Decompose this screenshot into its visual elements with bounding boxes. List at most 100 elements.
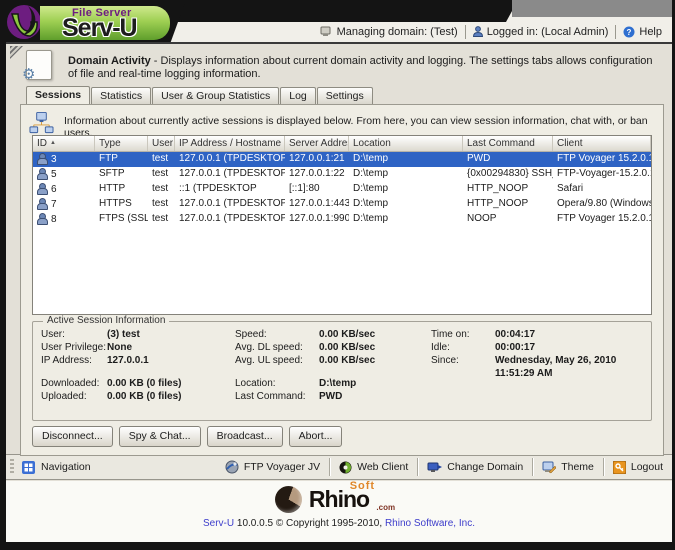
logout-button[interactable]: Logout: [604, 455, 672, 479]
logout-label: Logout: [631, 461, 663, 473]
field-value: [319, 367, 431, 377]
ftp-voyager-jv-button[interactable]: FTP Voyager JV: [216, 455, 329, 479]
fieldset-grid: User:(3) testUser Privilege:NoneIP Addre…: [41, 328, 647, 403]
column-header[interactable]: IP Address / Hostname: [175, 136, 285, 151]
page-title: Domain Activity: [68, 55, 151, 67]
column-header[interactable]: User: [148, 136, 175, 151]
user-icon: [473, 26, 483, 37]
help-icon: ?: [623, 26, 635, 38]
table-cell: FTP-Voyager-15.2.0.11: [553, 167, 651, 182]
field-label: [235, 367, 319, 377]
table-cell: FTP: [95, 152, 148, 167]
table-cell: NOOP: [463, 212, 553, 227]
field-label: User:: [41, 328, 107, 341]
field-label: Avg. UL speed:: [235, 354, 319, 367]
theme-icon: [542, 461, 556, 474]
sessions-table: ID▲TypeUserIP Address / HostnameServer A…: [32, 135, 652, 315]
fieldset-group: Time on:00:04:17Idle:00:00:17Since:Wedne…: [431, 328, 675, 403]
managing-domain-item[interactable]: Managing domain: (Test): [320, 26, 458, 38]
copyright-text: 10.0.0.5 © Copyright 1995-2010,: [234, 518, 385, 529]
change-domain-button[interactable]: Change Domain: [418, 455, 532, 479]
help-item[interactable]: ? Help: [623, 26, 662, 38]
field-value: PWD: [319, 390, 431, 403]
tab-settings[interactable]: Settings: [317, 87, 373, 104]
separator: [615, 25, 616, 39]
session-user-icon: [37, 198, 46, 207]
table-row[interactable]: 6HTTPtest::1 (TPDESKTOP[::1]:80D:\tempHT…: [33, 182, 651, 197]
fieldset-group: User:(3) testUser Privilege:NoneIP Addre…: [41, 328, 235, 403]
field-label: Uploaded:: [41, 390, 107, 403]
table-cell: test: [148, 212, 175, 227]
separator: [465, 25, 466, 39]
action-button-row: Disconnect... Spy & Chat... Broadcast... Ab…: [32, 426, 342, 447]
web-client-icon: [339, 461, 352, 474]
column-header[interactable]: ID▲: [33, 136, 95, 151]
column-header[interactable]: Type: [95, 136, 148, 151]
column-header[interactable]: Last Command: [463, 136, 553, 151]
table-row[interactable]: 8FTPS (SSL)test127.0.0.1 (TPDESKTOP127.0…: [33, 212, 651, 227]
resize-grip-icon[interactable]: [10, 46, 23, 59]
table-cell: FTP Voyager 15.2.0.11: [553, 212, 651, 227]
logged-in-item[interactable]: Logged in: (Local Admin): [473, 26, 609, 38]
field-value: 0.00 KB (0 files): [107, 377, 235, 390]
field-value: (3) test: [107, 328, 235, 341]
active-sessions-icon: [29, 111, 54, 135]
tab-strip: SessionsStatisticsUser & Group Statistic…: [6, 86, 672, 104]
page-header: ⚙ Domain Activity - Displays information…: [6, 44, 672, 86]
banner: Managing domain: (Test) Logged in: (Loca…: [6, 0, 672, 44]
field-label: IP Address:: [41, 354, 107, 367]
table-cell: test: [148, 197, 175, 212]
table-cell: test: [148, 167, 175, 182]
table-cell: 8: [33, 212, 95, 227]
field-label: Avg. DL speed:: [235, 341, 319, 354]
table-cell: 127.0.0.1:443: [285, 197, 349, 212]
disconnect-button[interactable]: Disconnect...: [32, 426, 113, 447]
tab-sessions[interactable]: Sessions: [26, 86, 90, 104]
bottom-toolbar: Navigation FTP Voyager JV Web Client Cha…: [6, 454, 672, 480]
spy-&-chat-button[interactable]: Spy & Chat...: [119, 426, 201, 447]
tab-user-group-statistics[interactable]: User & Group Statistics: [152, 87, 279, 104]
rhinosoft-logo-icon: [275, 486, 302, 513]
field-label: Idle:: [431, 341, 495, 354]
table-row[interactable]: 7HTTPStest127.0.0.1 (TPDESKTOP127.0.0.1:…: [33, 197, 651, 212]
navigation-grid-icon: [22, 461, 35, 474]
table-cell: D:\temp: [349, 152, 463, 167]
column-header[interactable]: Server Address: [285, 136, 349, 151]
table-cell: test: [148, 182, 175, 197]
field-value: Wednesday, May 26, 2010 11:51:29 AM: [495, 354, 675, 380]
field-value: 00:00:17: [495, 341, 675, 354]
tab-log[interactable]: Log: [280, 87, 316, 104]
column-header[interactable]: Location: [349, 136, 463, 151]
table-cell: {0x00294830} SSH_FX...: [463, 167, 553, 182]
logged-in-label: Logged in: (Local Admin): [487, 26, 609, 38]
navigation-button[interactable]: Navigation: [14, 458, 99, 477]
field-value: D:\temp: [319, 377, 431, 390]
table-cell: D:\temp: [349, 182, 463, 197]
serv-u-link[interactable]: Serv-U: [203, 518, 234, 529]
field-value: 0.00 KB/sec: [319, 328, 431, 341]
table-cell: SFTP: [95, 167, 148, 182]
table-cell: 6: [33, 182, 95, 197]
table-row[interactable]: 3FTPtest127.0.0.1 (TPDESKTOP127.0.0.1:21…: [33, 152, 651, 167]
table-cell: FTPS (SSL): [95, 212, 148, 227]
table-cell: FTP Voyager 15.2.0.11: [553, 152, 651, 167]
rhinosoft-logo-com: .com: [376, 503, 395, 512]
session-user-icon: [37, 183, 46, 192]
ftp-voyager-label: FTP Voyager JV: [244, 461, 320, 473]
table-cell: 7: [33, 197, 95, 212]
table-body: 3FTPtest127.0.0.1 (TPDESKTOP127.0.0.1:21…: [33, 152, 651, 227]
broadcast-button[interactable]: Broadcast...: [207, 426, 283, 447]
help-label: Help: [639, 26, 662, 38]
field-value: 127.0.0.1: [107, 354, 235, 367]
web-client-button[interactable]: Web Client: [330, 455, 417, 479]
table-cell: D:\temp: [349, 197, 463, 212]
theme-button[interactable]: Theme: [533, 455, 603, 479]
tab-statistics[interactable]: Statistics: [91, 87, 151, 104]
column-header[interactable]: Client: [553, 136, 651, 151]
rhino-software-link[interactable]: Rhino Software, Inc.: [385, 518, 475, 529]
field-value: None: [107, 341, 235, 354]
abort-button[interactable]: Abort...: [289, 426, 343, 447]
table-cell: 3: [33, 152, 95, 167]
toolbar-right: FTP Voyager JV Web Client Change Domain …: [216, 455, 672, 479]
table-row[interactable]: 5SFTPtest127.0.0.1 (TPDESKTOP127.0.0.1:2…: [33, 167, 651, 182]
